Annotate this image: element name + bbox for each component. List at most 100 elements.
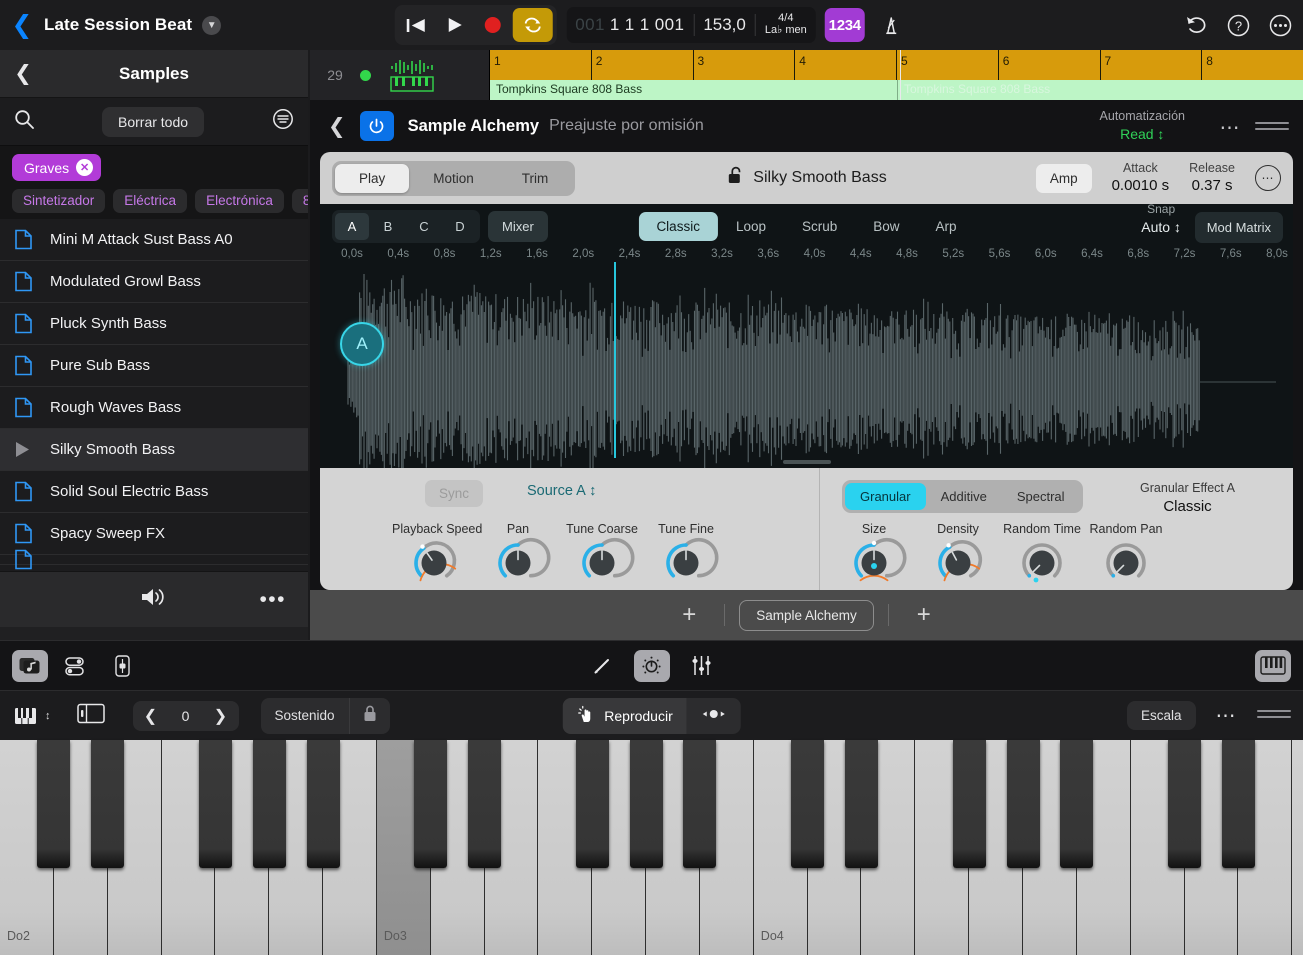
record-button[interactable] bbox=[474, 9, 510, 41]
ruler-bar-8[interactable]: 8 bbox=[1201, 50, 1303, 80]
engine-granular[interactable]: Granular bbox=[845, 483, 926, 510]
piano-black-key[interactable] bbox=[468, 740, 501, 868]
attack-param[interactable]: Attack 0.0010 s bbox=[1112, 160, 1170, 196]
back-button[interactable]: ❮ bbox=[0, 10, 44, 40]
octave-down-button[interactable]: ❮ bbox=[133, 701, 169, 731]
ruler-bar-5[interactable]: 5 bbox=[896, 50, 998, 80]
knob-widget[interactable] bbox=[495, 540, 541, 586]
sample-list-item[interactable]: Mini M Attack Sust Bass A0 bbox=[0, 219, 308, 261]
plugin-back-button[interactable]: ❮ bbox=[328, 114, 346, 139]
waveform-playhead[interactable] bbox=[614, 262, 616, 458]
tag-chips-row[interactable]: SintetizadorEléctricaElectrónica808S bbox=[0, 187, 308, 219]
source-tab-a[interactable]: A bbox=[335, 213, 369, 240]
play-mode-bow[interactable]: Bow bbox=[855, 212, 917, 241]
piano-black-key[interactable] bbox=[791, 740, 824, 868]
knob-dial[interactable] bbox=[495, 540, 541, 586]
unlock-icon[interactable] bbox=[726, 166, 743, 190]
region-lane[interactable]: Tompkins Square 808 Bass Tompkins Square… bbox=[490, 80, 1303, 100]
more-icon[interactable] bbox=[1267, 12, 1293, 38]
play-mode-arp[interactable]: Arp bbox=[918, 212, 975, 241]
piano-black-key[interactable] bbox=[307, 740, 340, 868]
ruler-bar-4[interactable]: 4 bbox=[794, 50, 896, 80]
browser-back-button[interactable]: ❮ bbox=[0, 61, 46, 86]
knob-dial[interactable] bbox=[411, 540, 457, 586]
track-header[interactable]: 29 bbox=[310, 50, 490, 100]
play-mode-loop[interactable]: Loop bbox=[718, 212, 784, 241]
knob-random-time[interactable]: Random Time bbox=[1000, 522, 1084, 586]
ruler-bar-3[interactable]: 3 bbox=[693, 50, 795, 80]
plugin-chain-tab[interactable]: Sample Alchemy bbox=[739, 600, 874, 631]
piano-white-key[interactable] bbox=[1292, 740, 1303, 955]
filter-list-icon[interactable] bbox=[272, 108, 294, 135]
piano-keyboard-icon[interactable] bbox=[1255, 650, 1291, 682]
sample-list-item[interactable]: Silky Smooth Bass bbox=[0, 429, 308, 471]
knob-widget[interactable] bbox=[579, 540, 625, 586]
plugin-tab-trim[interactable]: Trim bbox=[498, 164, 573, 193]
piano-black-key[interactable] bbox=[199, 740, 232, 868]
ruler-bar-7[interactable]: 7 bbox=[1100, 50, 1202, 80]
snap-value[interactable]: Auto ↕ bbox=[1141, 218, 1181, 236]
pencil-icon[interactable] bbox=[584, 650, 620, 682]
knob-pan[interactable]: Pan bbox=[476, 522, 560, 586]
sample-list-item[interactable]: Solid Soul Electric Bass bbox=[0, 471, 308, 513]
source-marker-a[interactable]: A bbox=[340, 322, 384, 366]
piano-black-key[interactable] bbox=[91, 740, 124, 868]
source-selector-abcd[interactable]: ABCD bbox=[332, 210, 480, 243]
record-enable-dot[interactable] bbox=[360, 70, 371, 81]
lcd-display[interactable]: 001 1 1 1 001 153,0 4/4 La♭ men bbox=[566, 7, 816, 43]
knob-widget[interactable] bbox=[663, 540, 709, 586]
piano-keys-icon[interactable]: ↕ bbox=[0, 706, 51, 726]
ruler-bar-1[interactable]: 1 bbox=[490, 50, 591, 80]
waveform-display[interactable] bbox=[328, 270, 1285, 452]
loops-library-icon[interactable] bbox=[12, 650, 48, 682]
source-tab-d[interactable]: D bbox=[443, 213, 477, 240]
source-tab-c[interactable]: C bbox=[407, 213, 441, 240]
plugin-tabs[interactable]: PlayMotionTrim bbox=[332, 161, 575, 196]
engine-additive[interactable]: Additive bbox=[926, 483, 1002, 510]
play-mode-classic[interactable]: Classic bbox=[638, 212, 718, 241]
play-button[interactable] bbox=[436, 9, 472, 41]
knob-dial[interactable] bbox=[1103, 540, 1149, 586]
knob-tune-coarse[interactable]: Tune Coarse bbox=[560, 522, 644, 586]
knob-controls-icon[interactable] bbox=[634, 650, 670, 682]
knob-size[interactable]: Size bbox=[832, 522, 916, 586]
play-mode-scrub[interactable]: Scrub bbox=[784, 212, 855, 241]
cycle-button[interactable] bbox=[512, 8, 552, 42]
toggles-icon[interactable] bbox=[58, 650, 94, 682]
piano-black-key[interactable] bbox=[37, 740, 70, 868]
tag-chip-808[interactable]: 808 bbox=[292, 189, 308, 213]
engine-spectral[interactable]: Spectral bbox=[1002, 483, 1080, 510]
octave-up-button[interactable]: ❯ bbox=[203, 701, 239, 731]
metronome-icon[interactable] bbox=[873, 8, 909, 42]
plugin-tab-motion[interactable]: Motion bbox=[409, 164, 498, 193]
source-tab-b[interactable]: B bbox=[371, 213, 405, 240]
knob-tune-fine[interactable]: Tune Fine bbox=[644, 522, 728, 586]
knob-dial[interactable] bbox=[1019, 540, 1065, 586]
speaker-wave-icon[interactable] bbox=[139, 585, 169, 614]
clear-all-button[interactable]: Borrar todo bbox=[102, 107, 204, 137]
glissando-icon[interactable] bbox=[687, 698, 741, 734]
active-tag-chip[interactable]: Graves ✕ bbox=[12, 154, 101, 181]
mod-matrix-button[interactable]: Mod Matrix bbox=[1195, 212, 1283, 243]
knob-widget[interactable] bbox=[1103, 540, 1149, 586]
play-mode-selector[interactable]: ClassicLoopScrubBowArp bbox=[638, 212, 974, 241]
close-icon[interactable]: ✕ bbox=[76, 159, 93, 176]
lock-icon[interactable] bbox=[349, 698, 390, 734]
knob-density[interactable]: Density bbox=[916, 522, 1000, 586]
tag-chip-sintetizador[interactable]: Sintetizador bbox=[12, 189, 105, 213]
piano-black-key[interactable] bbox=[1007, 740, 1040, 868]
piano-black-key[interactable] bbox=[1060, 740, 1093, 868]
keyboard-more-button[interactable]: ⋯ bbox=[1216, 703, 1238, 728]
knob-widget[interactable] bbox=[935, 540, 981, 586]
grip-icon[interactable] bbox=[1257, 710, 1291, 722]
sample-list-item[interactable]: Rough Waves Bass bbox=[0, 387, 308, 429]
count-in-button[interactable]: 1234 bbox=[825, 8, 865, 42]
piano-black-key[interactable] bbox=[576, 740, 609, 868]
go-to-beginning-button[interactable] bbox=[398, 9, 434, 41]
ruler-bar-2[interactable]: 2 bbox=[591, 50, 693, 80]
browser-more-button[interactable]: ••• bbox=[259, 588, 286, 612]
knob-widget[interactable] bbox=[851, 540, 897, 586]
knob-dial[interactable] bbox=[663, 540, 709, 586]
sample-list[interactable]: Mini M Attack Sust Bass A0Modulated Grow… bbox=[0, 219, 308, 571]
fader-icon[interactable] bbox=[104, 650, 140, 682]
